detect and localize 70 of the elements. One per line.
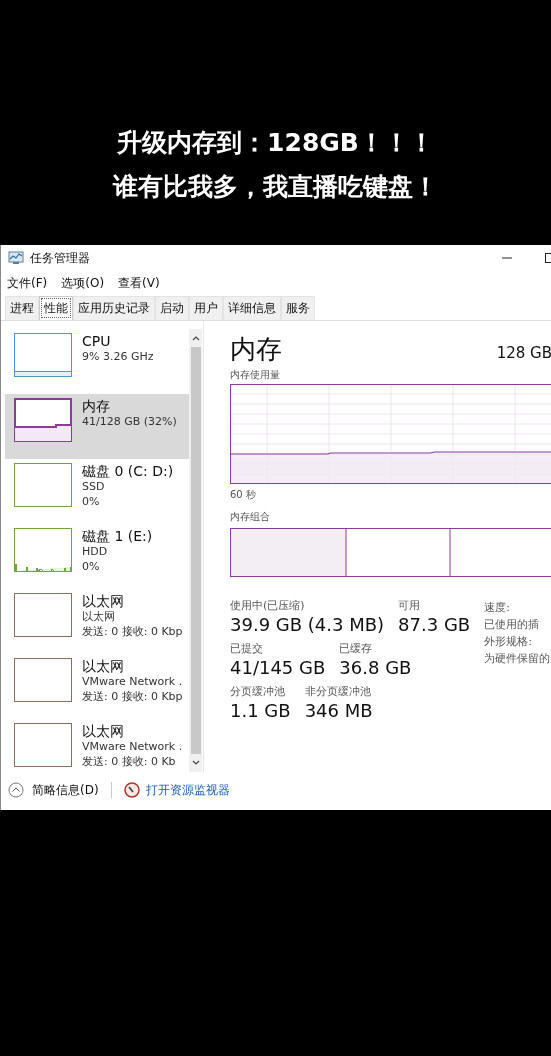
- window-title: 任务管理器: [30, 249, 90, 267]
- menu-item[interactable]: 选项(O): [61, 275, 105, 292]
- scrollbar[interactable]: [189, 329, 202, 772]
- time-span-label: 60 秒: [230, 488, 257, 501]
- item-detail: 发送: 0 接收: 0 Kb: [82, 754, 177, 769]
- menu-item[interactable]: 文件(F): [7, 275, 48, 292]
- item-detail: 发送: 0 接收: 0 Kbp: [82, 624, 183, 639]
- tab[interactable]: 进程: [5, 296, 39, 320]
- gauge-icon: [123, 782, 140, 798]
- tab[interactable]: 服务: [281, 296, 315, 320]
- caption-text: 谁有比我多，我直播吃键盘！: [113, 172, 438, 202]
- tab[interactable]: 用户: [189, 296, 223, 320]
- scroll-down-icon: [191, 760, 200, 766]
- item-detail: VMware Network .: [82, 739, 183, 754]
- property-label: 已使用的插: [484, 617, 541, 633]
- sidebar-item[interactable]: 以太网 VMware Network . 发送: 0 接收: 0 Kbp: [5, 654, 189, 719]
- stat-value: 1.1 GB: [230, 699, 291, 723]
- menu-item[interactable]: 查看(V): [118, 275, 160, 292]
- stat-label: 已提交: [230, 642, 264, 656]
- tab[interactable]: 启动: [155, 296, 189, 320]
- item-detail: 0%: [82, 494, 101, 509]
- sidebar-item[interactable]: 磁盘 0 (C: D:) SSD 0%: [5, 459, 189, 524]
- stat-value: 39.9 GB (4.3 MB): [230, 613, 385, 637]
- app-icon: [8, 250, 24, 266]
- stat-value: 36.8 GB: [339, 656, 412, 680]
- tab[interactable]: 应用历史记录: [73, 296, 155, 320]
- sidebar-item[interactable]: CPU 9% 3.26 GHz: [5, 329, 189, 394]
- sidebar-item[interactable]: 以太网 以太网 发送: 0 接收: 0 Kbp: [5, 589, 189, 654]
- property-label: 外形规格:: [484, 634, 533, 650]
- item-name: CPU: [82, 333, 112, 349]
- item-detail: SSD: [82, 479, 106, 494]
- maximize-icon: [545, 252, 551, 264]
- property-label: 为硬件保留的: [484, 651, 551, 667]
- item-detail: 9% 3.26 GHz: [82, 349, 154, 364]
- sidebar-item[interactable]: 以太网 VMware Network . 发送: 0 接收: 0 Kb: [5, 719, 189, 772]
- item-detail: HDD: [82, 544, 109, 559]
- graph-label: 内存组合: [230, 510, 271, 523]
- item-name: 磁盘 1 (E:): [82, 528, 153, 544]
- item-detail: 发送: 0 接收: 0 Kbp: [82, 689, 183, 704]
- stat-label: 使用中(已压缩): [230, 599, 306, 613]
- item-name: 以太网: [82, 723, 125, 739]
- item-name: 内存: [82, 398, 111, 414]
- tab[interactable]: 性能: [39, 296, 73, 320]
- collapse-icon: [8, 782, 24, 798]
- sidebar-item[interactable]: 内存 41/128 GB (32%): [5, 394, 189, 459]
- item-name: 以太网: [82, 593, 125, 609]
- stat-value: 87.3 GB: [398, 613, 471, 637]
- stat-label: 已缓存: [339, 642, 374, 656]
- stat-label: 可用: [398, 599, 422, 613]
- resource-monitor-link[interactable]: 打开资源监视器: [145, 781, 230, 799]
- scroll-up-icon: [191, 335, 200, 341]
- item-detail: 以太网: [82, 609, 116, 624]
- stat-label: 非分页缓冲池: [304, 685, 372, 699]
- item-name: 磁盘 0 (C: D:): [82, 463, 174, 479]
- stat-value: 41/145 GB: [230, 656, 326, 680]
- stat-value: 346 MB: [304, 699, 373, 723]
- scroll-thumb[interactable]: [190, 347, 201, 754]
- sidebar-item[interactable]: 磁盘 1 (E:) HDD 0%: [5, 524, 189, 589]
- memory-total: 128 GB: [496, 344, 551, 362]
- graph-label: 内存使用量: [230, 368, 281, 381]
- caption-text: 升级内存到：128GB！！！: [117, 128, 434, 158]
- property-label: 速度:: [484, 600, 511, 616]
- tab[interactable]: 详细信息: [223, 296, 281, 320]
- item-detail: VMware Network .: [82, 674, 183, 689]
- section-title: 内存: [230, 333, 282, 365]
- item-name: 以太网: [82, 658, 125, 674]
- item-detail: 0%: [82, 559, 101, 574]
- item-detail: 41/128 GB (32%): [82, 414, 177, 429]
- summary-button[interactable]: 简略信息(D): [8, 781, 99, 799]
- stat-label: 分页缓冲池: [230, 685, 286, 699]
